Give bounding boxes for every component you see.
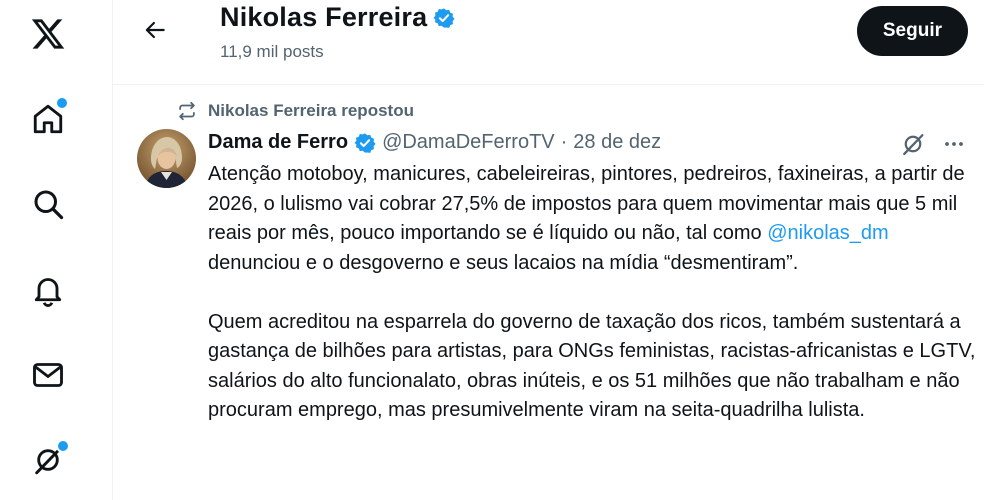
arrow-left-icon [145, 21, 165, 39]
repost-label: Nikolas Ferreira repostou [208, 101, 414, 120]
verified-badge-icon [354, 132, 376, 153]
nav-messages[interactable] [28, 355, 68, 395]
avatar[interactable] [137, 129, 196, 188]
bell-icon [34, 278, 62, 307]
more-options-button[interactable] [940, 131, 968, 157]
tweet-text-segment: denunciou e o desgoverno e seus lacaios … [208, 251, 799, 274]
side-nav [0, 0, 96, 500]
notification-dot [55, 96, 69, 110]
tweet-header: Dama de Ferro @DamaDeFerroTV · 28 de dez [208, 131, 661, 154]
verified-badge-icon [433, 7, 455, 28]
post-count: 11,9 mil posts [220, 42, 324, 61]
author-handle[interactable]: @DamaDeFerroTV [382, 131, 555, 154]
nav-explore[interactable] [28, 184, 68, 224]
separator-dot: · [560, 131, 568, 153]
profile-name: Nikolas Ferreira [220, 2, 428, 32]
nav-notifications[interactable] [28, 270, 68, 310]
grok-icon [903, 134, 924, 156]
repost-icon [179, 101, 195, 121]
avatar-portrait [137, 129, 196, 188]
mail-icon [33, 363, 63, 387]
repost-indicator[interactable]: Nikolas Ferreira repostou [176, 100, 414, 122]
more-horizontal-icon [945, 142, 963, 146]
search-icon [34, 190, 64, 220]
back-button[interactable] [137, 12, 173, 48]
x-logo-icon[interactable] [28, 14, 68, 54]
notification-dot [56, 439, 70, 453]
author-name[interactable]: Dama de Ferro [208, 131, 348, 154]
tweet-paragraph: Atenção motoboy, manicures, cabeleireira… [208, 160, 978, 278]
nav-home[interactable] [28, 96, 69, 139]
tweet-paragraph: Quem acreditou na esparrela do governo d… [208, 310, 976, 422]
profile-header: Nikolas Ferreira 11,9 mil posts Seguir [113, 0, 984, 85]
x-logo-glyph [31, 19, 65, 49]
follow-button[interactable]: Seguir [856, 6, 968, 56]
tweet-date[interactable]: 28 de dez [573, 131, 661, 154]
grok-explain-button[interactable] [899, 130, 927, 158]
tweet-text: Atenção motoboy, manicures, cabeleireira… [208, 160, 978, 426]
page-title: Nikolas Ferreira [220, 2, 455, 33]
mention-link[interactable]: @nikolas_dm [767, 222, 888, 244]
nav-grok[interactable] [28, 439, 70, 480]
